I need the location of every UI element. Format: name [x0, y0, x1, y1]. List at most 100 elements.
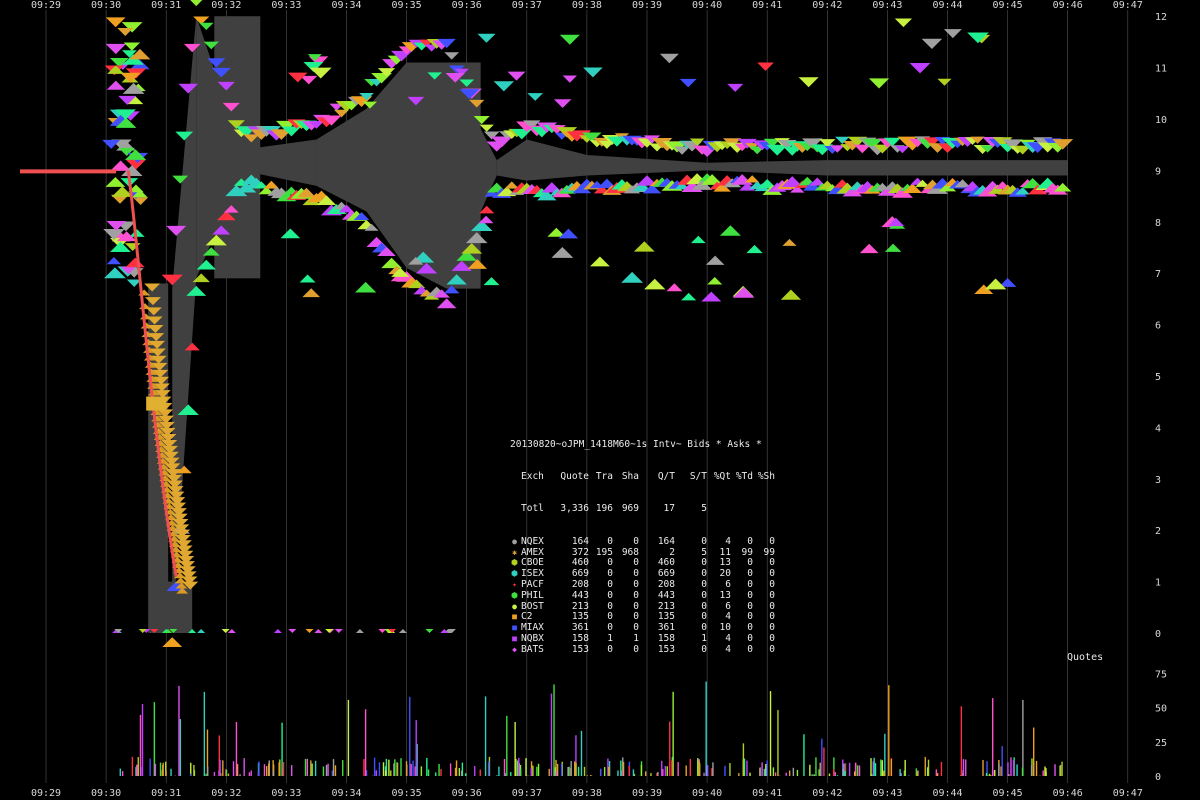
- bid-marker: [701, 291, 722, 302]
- quote-volume-bar: [290, 765, 293, 776]
- quote-volume-bar: [880, 759, 882, 776]
- quote-volume-bar: [620, 760, 622, 776]
- quote-volume-bar: [412, 760, 414, 776]
- quote-volume-bar: [666, 766, 668, 776]
- x-tick-label-bottom: 09:41: [752, 788, 782, 799]
- ask-marker: [727, 83, 744, 92]
- x-tick-label-top: 09:33: [271, 0, 301, 11]
- total-qt: 17: [663, 503, 675, 515]
- bid-marker: [398, 629, 407, 633]
- quote-volume-bar: [608, 766, 610, 776]
- x-tick-label-top: 09:29: [31, 0, 61, 11]
- quote-volume-bar: [311, 763, 313, 776]
- bid-marker: [125, 257, 145, 268]
- quote-volume-bar: [815, 757, 817, 776]
- x-tick-label-top: 09:47: [1113, 0, 1143, 11]
- quote-volume-bar: [388, 759, 390, 776]
- quote-volume-bar: [813, 774, 815, 776]
- ask-marker: [757, 62, 774, 71]
- bid-marker: [436, 298, 457, 309]
- pct-quote: 13: [719, 589, 731, 601]
- quote-volume-bar: [1035, 760, 1038, 776]
- quote-volume-bar: [575, 762, 577, 776]
- volume-tick-label: 0: [1155, 772, 1161, 783]
- stats-row-cboe: ⬢ CBOE 460 0 0 460 0 13 0 0: [510, 558, 775, 569]
- shares: 0: [633, 589, 639, 601]
- quote-volume-bar: [811, 774, 813, 776]
- bid-marker: [227, 629, 236, 633]
- quote-volume-bar: [550, 693, 553, 776]
- ask-marker: [425, 629, 434, 633]
- y-tick-label: 1: [1155, 578, 1161, 589]
- quote-volume-bar: [992, 698, 994, 776]
- trades: 0: [607, 643, 613, 655]
- quote-volume-bar: [621, 770, 623, 776]
- total-label: Totl: [521, 503, 544, 515]
- stats-row-nqbx: ■ NQBX 158 1 1 158 1 4 0 0: [510, 633, 775, 645]
- bid-marker: [707, 277, 723, 285]
- quote-volume-bar: [965, 759, 967, 776]
- stats-rows: ● NQEX 164 0 0 164 0 4 0 0 ✱ AMEX 372 195 968 2 5 11 99 99 ⬢…: [510, 535, 775, 656]
- bid-marker: [551, 246, 574, 258]
- quote-volume-bar: [622, 761, 625, 776]
- ask-marker: [583, 67, 603, 78]
- x-tick-label-bottom: 09:35: [392, 788, 422, 799]
- quote: 164: [571, 535, 589, 547]
- quote-volume-bar: [375, 770, 377, 776]
- stats-row-nqex: ● NQEX 164 0 0 164 0 4 0 0: [510, 535, 775, 548]
- quote-volume-bar: [899, 769, 901, 776]
- quote-volume-bar: [410, 763, 412, 776]
- x-tick-label-top: 09:34: [331, 0, 361, 11]
- ask-marker: [221, 629, 230, 633]
- quote-volume-bar: [843, 763, 845, 776]
- quote-volume-bar: [935, 769, 938, 776]
- quote-volume-bar: [821, 738, 823, 776]
- x-tick-label-top: 09:46: [1053, 0, 1083, 11]
- legend-marker: ✦: [512, 579, 517, 589]
- quote-volume-bar: [225, 769, 228, 776]
- legend-marker: ■: [512, 623, 517, 633]
- ask-marker: [190, 0, 203, 7]
- bid-marker: [705, 255, 725, 265]
- qt-ratio: 164: [657, 535, 675, 547]
- quote-volume-bar: [484, 696, 487, 776]
- y-tick-label: 9: [1155, 166, 1161, 177]
- x-tick-label-bottom: 09:37: [512, 788, 542, 799]
- quote-volume-bar: [982, 759, 984, 776]
- quote-volume-bar: [496, 775, 498, 776]
- quote-volume-bar: [705, 681, 707, 776]
- quote-volume-bar: [1030, 765, 1033, 776]
- quote-volume-bar: [738, 773, 740, 776]
- hdr-psh: %Sh: [757, 470, 775, 482]
- quote-volume-bar: [440, 769, 442, 776]
- exchange-stats-table: 20130820~oJPM_1418M60~1s Intv~ Bids * As…: [510, 418, 775, 666]
- stats-row-phil: ⬢ PHIL 443 0 0 443 0 13 0 0: [510, 589, 775, 602]
- quote-volume-bar: [924, 756, 926, 776]
- quote-volume-bar: [189, 773, 192, 776]
- bid-marker: [633, 241, 655, 252]
- hdr-exch: Exch: [521, 470, 544, 482]
- quote-volume-bar: [267, 763, 270, 776]
- quote-volume-bar: [1001, 746, 1003, 776]
- quote-volume-bar: [390, 770, 392, 776]
- ask-marker: [909, 62, 931, 74]
- quote-volume-bar: [574, 761, 576, 776]
- quote-volume-bar: [742, 743, 745, 776]
- shares: 0: [633, 535, 639, 547]
- bid-marker: [355, 281, 377, 293]
- quote-volume-bar: [832, 769, 835, 776]
- legend-marker: ⬢: [511, 569, 518, 579]
- quote-volume-bar: [258, 761, 260, 776]
- quote-volume-bar: [854, 771, 856, 776]
- quote-volume-bar: [510, 772, 512, 776]
- quote-volume-bar: [503, 758, 506, 776]
- quote-volume-bar: [304, 758, 307, 776]
- quote: 153: [571, 643, 589, 655]
- quote-volume-bar: [488, 761, 490, 776]
- quote-volume-bar: [282, 762, 285, 776]
- quote-volume-bar: [556, 763, 559, 776]
- price-chart: 09:29 09:29 09:30 09:30 09:31 09:31 09:32 09:32…: [20, 0, 1167, 799]
- quote-volume-bar: [165, 771, 167, 776]
- quote-volume-bar: [141, 704, 144, 776]
- quote-volume-bar: [409, 696, 411, 776]
